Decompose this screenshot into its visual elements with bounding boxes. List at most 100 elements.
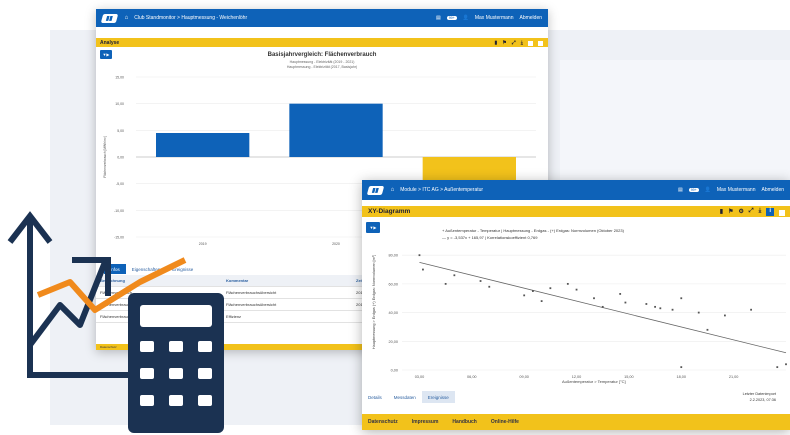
chart-title-text: Außentemperatur - Temperatur | Hauptmess… — [445, 228, 624, 233]
panel-titlebar: Analyse ▮ ⚑ ⤢ ⤓ — [96, 38, 548, 47]
data-point — [532, 290, 534, 292]
download-icon[interactable]: ⤓ — [521, 40, 523, 46]
home-icon[interactable]: ⌂ — [391, 187, 395, 193]
pin-icon[interactable]: ▮ — [495, 40, 498, 46]
notification-badge: 99+ — [446, 16, 457, 20]
app-logo[interactable]: ▮▮ — [100, 13, 118, 23]
pin-icon[interactable]: ▮ — [720, 208, 723, 216]
data-point — [680, 366, 683, 369]
data-point — [776, 366, 779, 369]
user-menu[interactable]: Max Mustermann — [475, 15, 514, 21]
x-axis-label: Außentemperatur > Temperatur [°C] — [562, 379, 626, 384]
settings-icon[interactable]: ⚙ — [738, 208, 743, 216]
expand-icon[interactable]: ⤢ — [512, 40, 516, 46]
calculator-key — [198, 368, 212, 379]
notifications-icon[interactable]: ▤ — [678, 187, 683, 193]
calculator-key — [140, 395, 154, 406]
calculator-key — [169, 368, 183, 379]
calculator-key — [169, 395, 183, 406]
chart-subtitle-1: Hauptmessung - Elektrizität (2019 - 2021… — [289, 60, 355, 64]
panel-titlebar: XY-Diagramm ▮ ⚑ ⚙ ⤢ ⤓ i — [362, 206, 790, 217]
scatter-chart: 0,00 20,00 40,00 60,00 80,00 03,00 06,00 09,00 1… — [388, 254, 787, 379]
data-point — [549, 287, 552, 290]
expand-icon[interactable]: ⤢ — [749, 208, 754, 216]
y-tick-label: 60,00 — [388, 282, 398, 286]
y-tick-label: -5,00 — [116, 182, 124, 186]
data-point — [706, 328, 709, 331]
app-logo[interactable]: ▮▮ — [366, 185, 384, 195]
notifications-icon[interactable]: ▤ — [436, 15, 441, 21]
notification-badge: 99+ — [688, 188, 699, 192]
calculator-icon — [128, 293, 224, 433]
bar-2019 — [156, 133, 250, 157]
bookmark-icon[interactable]: ⚑ — [728, 208, 733, 216]
close-icon[interactable] — [779, 209, 785, 216]
top-navbar: ▮▮ ⌂ Module > ITC AG > Außentemperatur ▤… — [362, 180, 790, 200]
y-tick-label: 0,00 — [391, 369, 398, 373]
detail-tabs: Details Messdaten Ereignisse — [362, 391, 455, 403]
data-point — [566, 282, 569, 285]
data-point — [444, 282, 447, 285]
tab-ereignisse[interactable]: Ereignisse — [421, 391, 455, 403]
x-tick-label: 2020 — [332, 242, 340, 246]
data-point — [422, 268, 424, 271]
data-point — [418, 254, 421, 257]
data-point — [724, 314, 726, 317]
y-tick-label: 80,00 — [388, 254, 398, 258]
user-menu[interactable]: Max Mustermann — [717, 187, 756, 193]
user-icon: 👤 — [462, 15, 469, 21]
download-icon[interactable]: ⤓ — [759, 208, 762, 216]
footer-link-privacy[interactable]: Datenschutz — [368, 419, 398, 425]
x-tick-label: 21,00 — [729, 375, 739, 379]
data-point — [654, 305, 656, 308]
close-icon[interactable] — [538, 40, 543, 46]
data-point — [645, 303, 648, 305]
data-point — [785, 363, 787, 366]
data-point — [593, 297, 595, 300]
logout-link[interactable]: Abmelden — [761, 187, 784, 193]
home-icon[interactable]: ⌂ — [125, 15, 129, 21]
chart-title: Basisjahrvergleich: Flächenverbrauch — [267, 52, 377, 58]
footer-link-help[interactable]: Online-Hilfe — [491, 419, 519, 425]
footer-bar: Datenschutz Impressum Handbuch Online-Hi… — [362, 414, 790, 430]
footer-link-imprint[interactable]: Impressum — [412, 419, 439, 425]
settings-icon[interactable] — [528, 40, 533, 46]
data-point — [697, 311, 700, 314]
y-tick-label: 0,00 — [117, 156, 124, 160]
bar-2020 — [289, 103, 383, 157]
user-icon: 👤 — [704, 187, 711, 193]
calculator-screen — [140, 305, 212, 327]
xy-diagram-window: ▮▮ ⌂ Module > ITC AG > Außentemperatur ▤… — [362, 180, 790, 430]
data-point — [680, 297, 683, 300]
data-point — [624, 301, 627, 304]
footer-link-manual[interactable]: Handbuch — [452, 419, 476, 425]
y-tick-label: 5,00 — [117, 129, 124, 133]
data-point — [750, 308, 752, 311]
panel-title: Analyse — [100, 39, 120, 46]
x-tick-label: 18,00 — [677, 375, 687, 379]
breadcrumb[interactable]: Module > ITC AG > Außentemperatur — [400, 187, 483, 193]
x-tick-label: 03,00 — [415, 375, 425, 379]
calculator-key — [198, 341, 212, 352]
data-point — [619, 293, 622, 295]
data-point — [488, 285, 491, 288]
logout-link[interactable]: Abmelden — [519, 15, 542, 21]
bookmark-icon[interactable]: ⚑ — [502, 40, 506, 46]
data-point — [659, 307, 662, 310]
panel-title: XY-Diagramm — [368, 208, 411, 215]
y-axis-label: Flächenverbrauch [MWh/m²] — [103, 136, 107, 178]
y-tick-label: 20,00 — [388, 340, 398, 344]
y-tick-label: 10,00 — [115, 102, 124, 106]
x-tick-label: 06,00 — [467, 375, 477, 379]
tab-messdaten[interactable]: Messdaten — [388, 391, 422, 403]
background-panel-accent — [560, 60, 790, 180]
calculator-key — [198, 395, 212, 406]
data-point — [479, 280, 482, 282]
tab-details[interactable]: Details — [362, 391, 388, 403]
filter-button[interactable]: ▼▶ — [366, 222, 380, 233]
y-tick-label: 40,00 — [388, 311, 398, 315]
data-point — [453, 274, 456, 277]
info-icon[interactable]: i — [766, 207, 774, 216]
breadcrumb[interactable]: Club Standmonitor > Hauptmessung - Weich… — [134, 15, 247, 21]
data-point — [540, 300, 543, 303]
